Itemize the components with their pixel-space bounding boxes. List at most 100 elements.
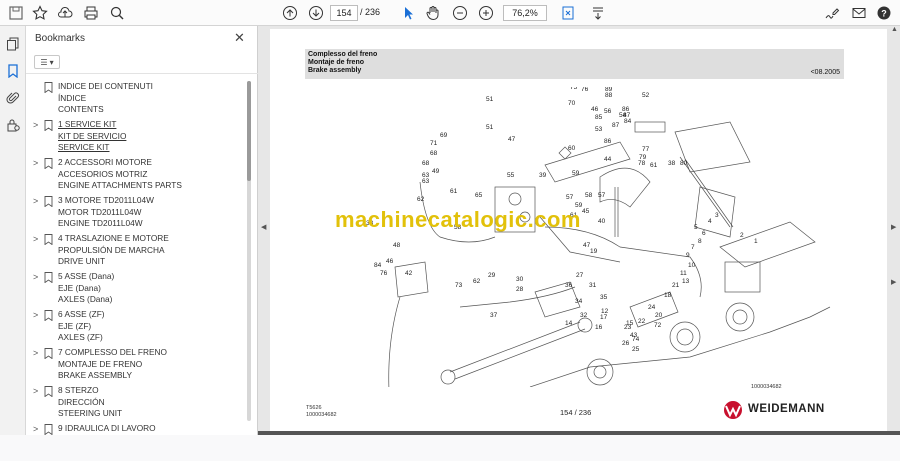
- bookmark-label[interactable]: INDICE DEI CONTENUTI ÍNDICE CONTENTS: [58, 81, 153, 116]
- bookmark-label-line: 5 ASSE (Dana): [58, 271, 115, 281]
- exploded-parts-diagram: 75 76708988 5251514746 56858687845354878671…: [366, 87, 831, 387]
- part-callout: 45: [582, 208, 590, 215]
- bookmark-label[interactable]: 2 ACCESSORI MOTORE ACCESORIOS MOTRIZ ENGIN…: [58, 157, 182, 192]
- bookmark-label-line: ACCESORIOS MOTRIZ: [58, 168, 148, 179]
- part-callout: 2: [740, 232, 744, 239]
- part-callout: 8: [698, 238, 702, 245]
- bookmark-star-icon[interactable]: [30, 3, 50, 23]
- bookmark-label-line: MOTOR TD2011L04W: [58, 206, 142, 217]
- expand-chevron-icon[interactable]: >: [33, 234, 38, 244]
- copy-pages-icon[interactable]: [3, 34, 23, 54]
- expand-chevron-icon[interactable]: >: [33, 196, 38, 206]
- expand-chevron-icon[interactable]: >: [33, 272, 38, 282]
- part-callout: 47: [508, 136, 516, 143]
- bookmark-item[interactable]: >7 COMPLESSO DEL FRENO MONTAJE DE FRENO BR…: [26, 347, 244, 385]
- bookmark-label-line: EJE (Dana): [58, 282, 101, 293]
- expand-chevron-icon[interactable]: >: [33, 158, 38, 168]
- bookmark-label-line: 1 SERVICE KIT: [58, 119, 117, 129]
- part-callout: 16: [595, 324, 603, 331]
- save-icon[interactable]: [6, 3, 26, 23]
- bookmark-label[interactable]: 7 COMPLESSO DEL FRENO MONTAJE DE FRENO BRA…: [58, 347, 167, 382]
- bookmark-item[interactable]: >5 ASSE (Dana) EJE (Dana) AXLES (Dana): [26, 271, 244, 309]
- document-viewer[interactable]: ◀ ▶ ▲ ▶ Complesso del freno Montaje de f…: [258, 26, 900, 435]
- bookmark-label-line: 6 ASSE (ZF): [58, 309, 105, 319]
- scroll-right-icon[interactable]: ▶: [891, 223, 896, 231]
- part-callout: 60: [568, 145, 576, 152]
- bookmark-icon: [44, 234, 53, 245]
- part-callout: 19: [590, 248, 598, 255]
- part-callout: 70: [568, 100, 576, 107]
- attachment-icon[interactable]: [3, 88, 23, 108]
- bookmark-item[interactable]: >2 ACCESSORI MOTORE ACCESORIOS MOTRIZ ENGI…: [26, 157, 244, 195]
- bookmark-label[interactable]: 9 IDRAULICA DI LAVORO: [58, 423, 156, 435]
- scroll-mode-icon[interactable]: [588, 3, 608, 23]
- zoom-in-icon[interactable]: [476, 3, 496, 23]
- hand-tool-icon[interactable]: [423, 3, 443, 23]
- expand-chevron-icon[interactable]: >: [33, 386, 38, 396]
- scrollbar[interactable]: [247, 81, 251, 421]
- help-icon[interactable]: ?: [874, 3, 894, 23]
- bookmark-item[interactable]: >3 MOTORE TD2011L04W MOTOR TD2011L04W ENGI…: [26, 195, 244, 233]
- bookmark-label-line: DIRECCIÓN: [58, 396, 105, 407]
- bookmark-item[interactable]: >4 TRASLAZIONE E MOTORE PROPULSIÓN DE MAR…: [26, 233, 244, 271]
- scroll-right-mid-icon[interactable]: ▶: [891, 278, 896, 286]
- part-callout: 55: [507, 172, 515, 179]
- bookmark-label[interactable]: 1 SERVICE KIT KIT DE SERVICIO SERVICE KIT: [58, 119, 126, 154]
- part-callout: 52: [642, 92, 650, 99]
- part-callout: 30: [516, 276, 524, 283]
- zoom-out-icon[interactable]: [450, 3, 470, 23]
- upload-icon[interactable]: [55, 3, 75, 23]
- select-cursor-icon[interactable]: [398, 3, 418, 23]
- bookmark-label[interactable]: 5 ASSE (Dana) EJE (Dana) AXLES (Dana): [58, 271, 114, 306]
- sign-icon[interactable]: [822, 3, 842, 23]
- page-up-icon[interactable]: [280, 3, 300, 23]
- bookmark-icon: [44, 348, 53, 359]
- bookmark-options-button[interactable]: ☰ ▾: [34, 55, 60, 69]
- weidemann-logo-icon: [724, 401, 742, 419]
- bookmark-label[interactable]: 4 TRASLAZIONE E MOTORE PROPULSIÓN DE MARC…: [58, 233, 169, 268]
- fit-page-icon[interactable]: [558, 3, 578, 23]
- bookmark-label-line: SERVICE KIT: [58, 142, 110, 153]
- brand-logo: WEIDEMANN: [722, 400, 852, 420]
- bookmark-item[interactable]: >1 SERVICE KIT KIT DE SERVICIO SERVICE KIT: [26, 119, 244, 157]
- zoom-level-input[interactable]: 76,2%: [503, 5, 547, 21]
- part-callout: 85: [595, 114, 603, 121]
- bookmark-label[interactable]: 6 ASSE (ZF) EJE (ZF) AXLES (ZF): [58, 309, 105, 344]
- bookmark-item[interactable]: >6 ASSE (ZF) EJE (ZF) AXLES (ZF): [26, 309, 244, 347]
- bookmark-label-line: ENGINE ATTACHMENTS PARTS: [58, 180, 182, 191]
- bookmark-label[interactable]: 3 MOTORE TD2011L04W MOTOR TD2011L04W ENGIN…: [58, 195, 154, 230]
- print-icon[interactable]: [81, 3, 101, 23]
- scroll-up-icon[interactable]: ▲: [891, 26, 898, 33]
- scrollbar-thumb[interactable]: [247, 81, 251, 181]
- part-callout: 46: [386, 258, 394, 265]
- zoom-search-icon[interactable]: [107, 3, 127, 23]
- expand-chevron-icon[interactable]: >: [33, 424, 38, 434]
- scroll-left-icon[interactable]: ◀: [261, 223, 266, 231]
- bookmark-item[interactable]: INDICE DEI CONTENUTI ÍNDICE CONTENTS: [26, 81, 244, 119]
- email-icon[interactable]: [849, 3, 869, 23]
- part-callout: 61: [450, 188, 458, 195]
- part-callout: 44: [604, 156, 612, 163]
- part-callout: 72: [654, 322, 662, 329]
- brand-name: WEIDEMANN: [748, 403, 825, 415]
- part-callout: 31: [589, 282, 597, 289]
- part-callout: 49: [432, 168, 440, 175]
- page-number-input[interactable]: 154: [330, 5, 358, 21]
- part-callout: 20: [655, 312, 663, 319]
- part-callout: 48: [393, 242, 401, 249]
- bookmark-item[interactable]: >8 STERZO DIRECCIÓN STEERING UNIT: [26, 385, 244, 423]
- bookmark-label-line: KIT DE SERVICIO: [58, 130, 127, 141]
- footer-code-2: 1000034682: [306, 412, 337, 418]
- security-lock-icon[interactable]: [3, 115, 23, 135]
- close-icon[interactable]: ✕: [234, 30, 245, 46]
- list-options-icon: ☰: [40, 57, 48, 67]
- part-callout: 61: [650, 162, 658, 169]
- part-callout: 87: [612, 122, 620, 129]
- expand-chevron-icon[interactable]: >: [33, 310, 38, 320]
- bookmark-label[interactable]: 8 STERZO DIRECCIÓN STEERING UNIT: [58, 385, 122, 420]
- expand-chevron-icon[interactable]: >: [33, 348, 38, 358]
- bookmark-item[interactable]: >9 IDRAULICA DI LAVORO: [26, 423, 244, 461]
- expand-chevron-icon[interactable]: >: [33, 120, 38, 130]
- page-down-icon[interactable]: [306, 3, 326, 23]
- bookmark-icon[interactable]: [3, 61, 23, 81]
